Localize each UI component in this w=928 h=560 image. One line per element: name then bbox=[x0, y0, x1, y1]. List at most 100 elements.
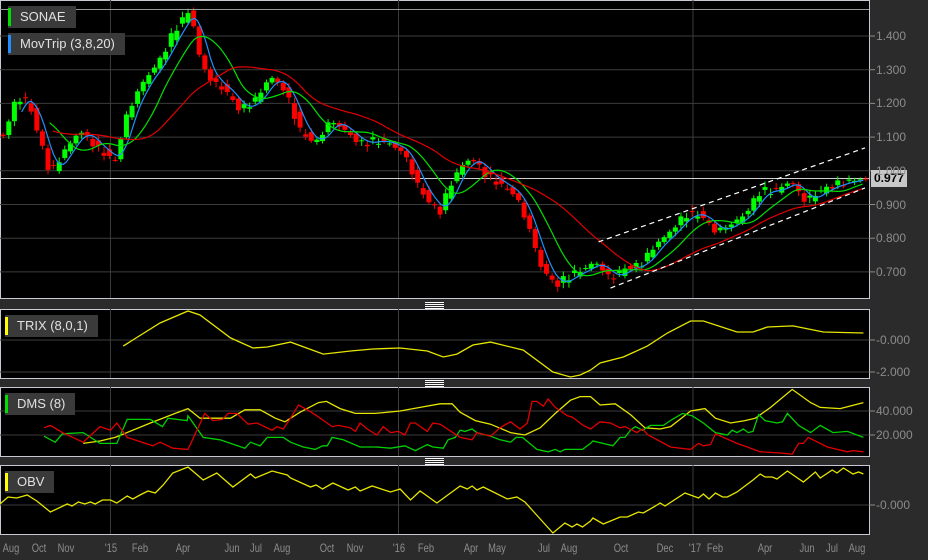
legend-dms[interactable]: DMS (8) bbox=[5, 393, 76, 415]
candle-body bbox=[532, 229, 538, 248]
legend-label: TRIX (8,0,1) bbox=[17, 318, 88, 333]
legend-label: OBV bbox=[17, 474, 45, 489]
candle-body bbox=[230, 96, 236, 100]
candle-body bbox=[454, 172, 460, 182]
panel-resize-handle[interactable] bbox=[425, 380, 444, 387]
candle-body bbox=[146, 75, 152, 84]
y-tick-label: 1.200 bbox=[876, 96, 907, 111]
candle-body bbox=[168, 33, 174, 47]
x-tick-label: '17 bbox=[688, 541, 701, 555]
candle-body bbox=[863, 178, 869, 180]
candle-body bbox=[28, 103, 34, 112]
candle-body bbox=[616, 270, 622, 273]
candle-body bbox=[123, 114, 129, 138]
candle-body bbox=[465, 160, 471, 165]
candle-body bbox=[745, 210, 751, 215]
candle-body bbox=[644, 252, 650, 262]
legend-label: MovTrip (3,8,20) bbox=[20, 36, 115, 51]
x-tick-label: May bbox=[488, 541, 506, 555]
candle-body bbox=[600, 263, 606, 271]
legend-trix[interactable]: TRIX (8,0,1) bbox=[5, 315, 98, 337]
x-tick-label: Aug bbox=[560, 541, 578, 555]
panel-trix bbox=[0, 309, 870, 379]
legend-movtrip[interactable]: MovTrip (3,8,20) bbox=[8, 33, 125, 55]
x-tick-label: Nov bbox=[58, 541, 75, 555]
candle-body bbox=[90, 138, 96, 147]
x-tick-label: Aug bbox=[848, 541, 866, 555]
legend-obv[interactable]: OBV bbox=[5, 471, 55, 493]
candle-body bbox=[790, 183, 796, 185]
legend-color-swatch bbox=[8, 35, 11, 53]
candle-body bbox=[846, 179, 852, 181]
candle-body bbox=[672, 227, 678, 232]
candle-body bbox=[331, 123, 337, 125]
candle-body bbox=[762, 187, 768, 190]
candle-body bbox=[263, 82, 269, 91]
candle-body bbox=[196, 26, 202, 55]
candle-body bbox=[689, 211, 695, 213]
candle-body bbox=[516, 193, 522, 201]
candle-body bbox=[73, 135, 79, 144]
panel-resize-handle[interactable] bbox=[425, 458, 444, 465]
candle-body bbox=[0, 134, 6, 136]
candle-body bbox=[157, 57, 163, 69]
candle-body bbox=[628, 266, 634, 269]
candle-body bbox=[387, 143, 393, 145]
y-tick-label: 1.400 bbox=[876, 29, 907, 43]
candle-body bbox=[202, 55, 208, 70]
candle-body bbox=[370, 137, 376, 140]
x-tick-label: Feb bbox=[418, 541, 435, 555]
chart-canvas bbox=[0, 0, 875, 535]
legend-sonae[interactable]: SONAE bbox=[8, 6, 76, 28]
y-tick-label: -0.000 bbox=[876, 498, 911, 512]
x-tick-label: Jul bbox=[826, 541, 839, 555]
y-tick-label: 0.800 bbox=[876, 231, 907, 246]
panel-resize-handle[interactable] bbox=[425, 302, 444, 309]
candle-body bbox=[235, 98, 241, 111]
x-tick-label: Feb bbox=[706, 541, 723, 555]
candle-body bbox=[163, 51, 169, 60]
candle-body bbox=[409, 159, 415, 175]
candle-body bbox=[784, 183, 790, 186]
candle-body bbox=[835, 180, 841, 186]
x-tick-label: Jun bbox=[224, 541, 240, 555]
legend-label: SONAE bbox=[20, 9, 66, 24]
candle-body bbox=[269, 77, 275, 83]
candle-body bbox=[297, 111, 303, 128]
candle-body bbox=[504, 188, 510, 190]
candle-body bbox=[443, 193, 449, 211]
y-tick-label: -0.000 bbox=[876, 333, 911, 347]
x-tick-label: Jul bbox=[250, 541, 263, 555]
candle-body bbox=[23, 97, 29, 99]
candle-body bbox=[695, 216, 701, 219]
candle-body bbox=[493, 181, 499, 185]
x-tick-label: Jul bbox=[538, 541, 551, 555]
candle-body bbox=[359, 140, 365, 142]
y-tick-label: 1.300 bbox=[876, 62, 907, 77]
candle-body bbox=[207, 69, 213, 81]
y-tick-label: -2.000 bbox=[876, 365, 911, 379]
candle-body bbox=[667, 231, 673, 238]
y-tick-label: 40.000 bbox=[876, 404, 913, 418]
x-tick-label: Nov bbox=[346, 541, 364, 555]
candle-body bbox=[403, 150, 409, 158]
candle-body bbox=[280, 82, 286, 91]
candle-body bbox=[252, 97, 258, 102]
candle-body bbox=[773, 187, 779, 189]
candle-body bbox=[420, 188, 426, 195]
candle-body bbox=[39, 131, 45, 146]
candle-body bbox=[140, 81, 146, 92]
candle-body bbox=[549, 275, 555, 280]
candle-body bbox=[717, 227, 723, 231]
x-tick-label: Aug bbox=[274, 541, 291, 555]
candle-body bbox=[527, 215, 533, 229]
legend-label: DMS (8) bbox=[17, 396, 66, 411]
candle-body bbox=[247, 107, 253, 109]
x-tick-label: Oct bbox=[613, 541, 629, 555]
candle-body bbox=[756, 196, 762, 202]
candle-body bbox=[101, 152, 107, 156]
candle-body bbox=[303, 134, 309, 137]
y-tick-label: 1.100 bbox=[876, 130, 907, 145]
candle-body bbox=[347, 132, 353, 136]
x-tick-label: '16 bbox=[393, 541, 406, 555]
